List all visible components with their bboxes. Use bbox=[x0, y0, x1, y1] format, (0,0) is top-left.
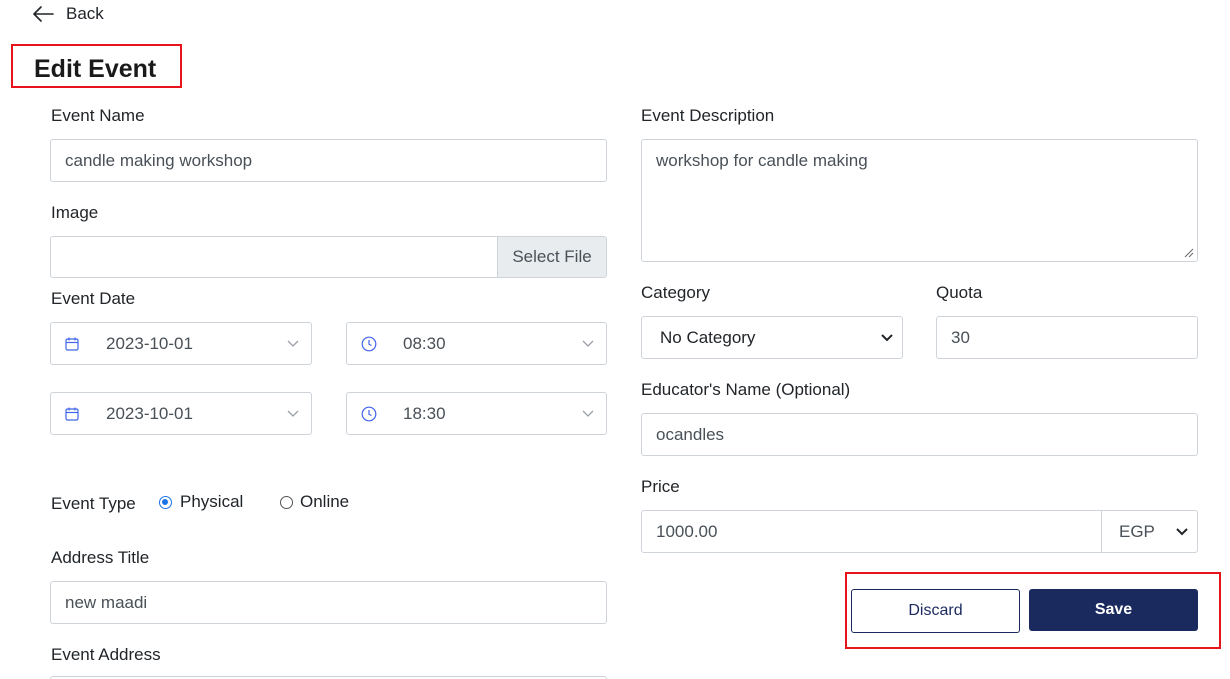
end-date-value: 2023-10-01 bbox=[106, 403, 193, 423]
category-select[interactable]: No Category bbox=[641, 316, 903, 359]
event-name-input[interactable]: candle making workshop bbox=[50, 139, 607, 182]
discard-label: Discard bbox=[908, 602, 963, 619]
chevron-down-icon bbox=[1176, 527, 1188, 535]
event-description-textarea[interactable]: workshop for candle making bbox=[641, 139, 1198, 262]
end-time-picker[interactable]: 18:30 bbox=[346, 392, 607, 435]
quota-label: Quota bbox=[936, 283, 983, 302]
address-title-label: Address Title bbox=[51, 548, 150, 567]
calendar-icon bbox=[65, 407, 79, 421]
event-date-label: Event Date bbox=[51, 289, 136, 308]
radio-online-label: Online bbox=[300, 492, 350, 511]
end-time-value: 18:30 bbox=[403, 403, 446, 423]
chevron-down-icon bbox=[287, 410, 299, 417]
discard-button[interactable]: Discard bbox=[851, 589, 1020, 633]
image-label: Image bbox=[51, 203, 99, 222]
image-file-input[interactable]: Select File bbox=[50, 236, 607, 278]
chevron-down-icon bbox=[582, 340, 594, 347]
back-label: Back bbox=[66, 4, 104, 23]
chevron-down-icon bbox=[881, 333, 893, 341]
quota-input[interactable]: 30 bbox=[936, 316, 1198, 359]
event-description-label: Event Description bbox=[641, 106, 775, 125]
radio-physical[interactable]: Physical bbox=[159, 492, 259, 512]
event-name-label: Event Name bbox=[51, 106, 145, 125]
radio-physical-button[interactable] bbox=[159, 496, 172, 509]
price-label: Price bbox=[641, 477, 680, 496]
save-label: Save bbox=[1094, 601, 1133, 618]
end-date-picker[interactable]: 2023-10-01 bbox=[50, 392, 312, 435]
calendar-icon bbox=[65, 337, 79, 351]
radio-online[interactable]: Online bbox=[280, 492, 370, 512]
page-title: Edit Event bbox=[34, 55, 157, 83]
chevron-down-icon bbox=[287, 340, 299, 347]
radio-online-button[interactable] bbox=[280, 496, 293, 509]
chevron-down-icon bbox=[582, 410, 594, 417]
educator-label: Educator's Name (Optional) bbox=[641, 380, 851, 399]
currency-select[interactable]: EGP bbox=[1101, 510, 1198, 553]
address-title-input[interactable]: new maadi bbox=[50, 581, 607, 624]
select-file-label: Select File bbox=[512, 247, 592, 266]
start-date-value: 2023-10-01 bbox=[106, 333, 193, 353]
price-input[interactable]: 1000.00 bbox=[641, 510, 1102, 553]
start-time-value: 08:30 bbox=[403, 333, 446, 353]
radio-physical-label: Physical bbox=[180, 492, 244, 511]
clock-icon bbox=[361, 406, 377, 421]
arrow-left-icon bbox=[33, 6, 54, 22]
event-type-label: Event Type bbox=[51, 494, 136, 513]
event-address-label: Event Address bbox=[51, 645, 161, 664]
start-date-picker[interactable]: 2023-10-01 bbox=[50, 322, 312, 365]
clock-icon bbox=[361, 336, 377, 351]
start-time-picker[interactable]: 08:30 bbox=[346, 322, 607, 365]
select-file-button[interactable]: Select File bbox=[497, 237, 606, 277]
save-button[interactable]: Save bbox=[1029, 589, 1198, 631]
back-link[interactable]: Back bbox=[32, 3, 104, 25]
educator-input[interactable]: ocandles bbox=[641, 413, 1198, 456]
category-label: Category bbox=[641, 283, 710, 302]
resize-handle-icon[interactable] bbox=[1184, 248, 1194, 258]
